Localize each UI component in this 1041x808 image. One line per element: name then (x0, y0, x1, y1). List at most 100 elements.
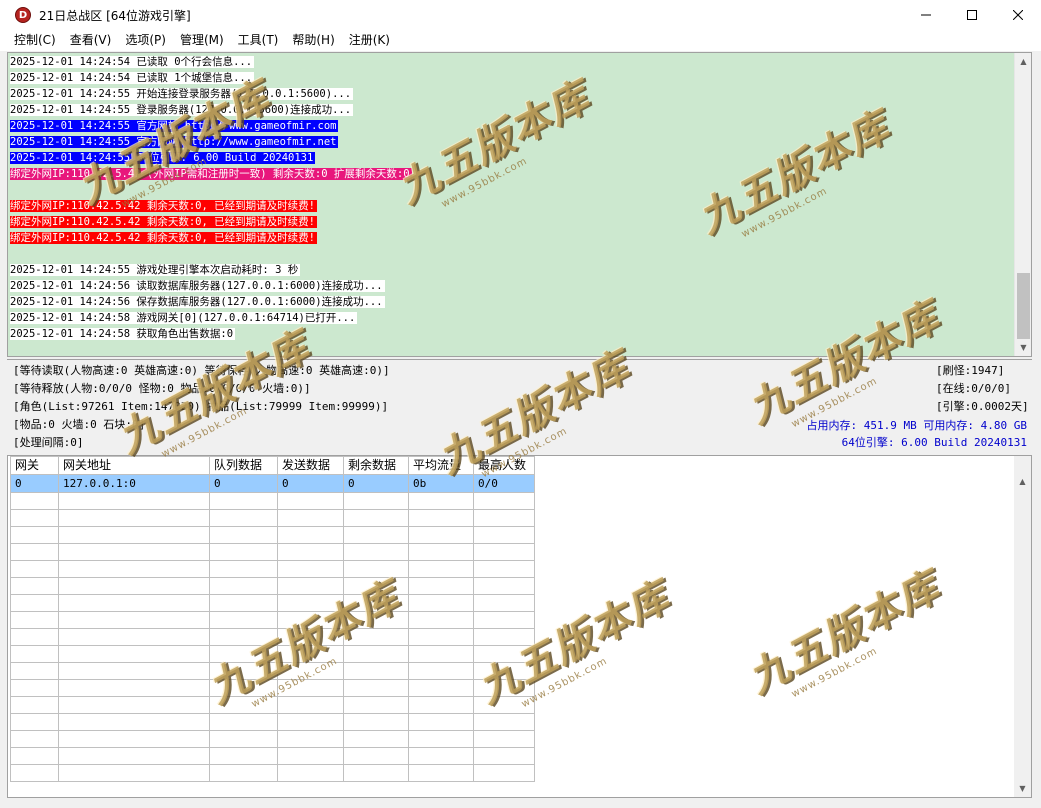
empty-row (10, 611, 535, 629)
empty-cell (473, 509, 535, 527)
log-line-text: 绑定外网IP:110.42.5.42 剩余天数:0, 已经到期请及时续费! (10, 200, 317, 212)
empty-row (10, 543, 535, 561)
col-send-data[interactable]: 发送数据 (277, 456, 344, 475)
empty-cell (343, 577, 409, 595)
col-remaining-data[interactable]: 剩余数据 (343, 456, 409, 475)
log-line-text: 绑定外网IP:110.42.5.42 (外网IP需和注册时一致) 剩余天数:0 … (10, 168, 412, 180)
empty-row (10, 696, 535, 714)
empty-cell (277, 611, 344, 629)
status-wait-read: [等待读取(人物高速:0 英雄高速:0) 等待保存(人物高速:0 英雄高速:0)… (13, 364, 390, 377)
empty-row (10, 594, 535, 612)
empty-cell (58, 696, 210, 714)
empty-cell (209, 645, 278, 663)
empty-cell (10, 594, 59, 612)
empty-cell (10, 611, 59, 629)
empty-row (10, 526, 535, 544)
empty-cell (473, 645, 535, 663)
empty-row (10, 509, 535, 527)
empty-cell (343, 713, 409, 731)
empty-cell (58, 645, 210, 663)
empty-cell (58, 560, 210, 578)
log-scrollbar[interactable]: ▲ ▼ (1014, 53, 1031, 356)
empty-cell (58, 764, 210, 782)
empty-cell (408, 560, 474, 578)
empty-cell (209, 543, 278, 561)
log-line: 绑定外网IP:110.42.5.42 剩余天数:0, 已经到期请及时续费! (10, 230, 1010, 246)
table-cell: 0 (10, 474, 59, 493)
col-queue-data[interactable]: 队列数据 (209, 456, 278, 475)
scroll-up-icon[interactable]: ▲ (1015, 53, 1031, 70)
empty-cell (473, 526, 535, 544)
log-panel[interactable]: 2025-12-01 14:24:54 已读取 0个行会信息... 2025-12… (7, 52, 1032, 357)
empty-cell (343, 560, 409, 578)
log-line-text: 2025-12-01 14:24:54 已读取 1个城堡信息... (10, 72, 255, 84)
gateway-table: 网关 网关地址 队列数据 发送数据 剩余数据 平均流量 最高人数 0 127.0.… (10, 456, 535, 782)
log-line-text: 2025-12-01 14:24:55 登录服务器(127.0.0.1:5600… (10, 104, 354, 116)
empty-cell (209, 611, 278, 629)
empty-cell (343, 764, 409, 782)
maximize-icon (967, 10, 977, 20)
menu-tools[interactable]: 工具(T) (231, 30, 286, 51)
log-line (10, 246, 1010, 262)
menu-register[interactable]: 注册(K) (342, 30, 397, 51)
empty-cell (277, 509, 344, 527)
empty-cell (10, 679, 59, 697)
empty-cell (408, 543, 474, 561)
gateway-grid[interactable]: 网关 网关地址 队列数据 发送数据 剩余数据 平均流量 最高人数 0 127.0.… (7, 455, 1032, 798)
empty-cell (408, 645, 474, 663)
col-max-users[interactable]: 最高人数 (473, 456, 535, 475)
empty-cell (209, 492, 278, 510)
table-header-row: 网关 网关地址 队列数据 发送数据 剩余数据 平均流量 最高人数 (10, 456, 535, 475)
scroll-thumb[interactable] (1017, 273, 1030, 339)
status-monsters: [刷怪:1947] (936, 364, 1005, 377)
menu-options[interactable]: 选项(P) (118, 30, 173, 51)
status-interval: [处理间隔:0] (13, 436, 84, 449)
empty-cell (10, 560, 59, 578)
scroll-down-icon[interactable]: ▼ (1015, 339, 1031, 356)
menu-control[interactable]: 控制(C) (7, 30, 63, 51)
empty-cell (343, 747, 409, 765)
grid-scrollbar[interactable]: ▲ ▼ (1014, 456, 1031, 797)
empty-cell (58, 526, 210, 544)
grid-scroll-down-icon[interactable]: ▼ (1014, 780, 1031, 797)
empty-row (10, 560, 535, 578)
minimize-icon (921, 14, 931, 16)
app-icon[interactable]: D (15, 7, 31, 23)
empty-cell (58, 543, 210, 561)
empty-cell (473, 730, 535, 748)
empty-cell (277, 628, 344, 646)
empty-cell (209, 679, 278, 697)
log-line-text: 2025-12-01 14:24:55 官方网站 http://www.game… (10, 136, 339, 148)
log-line: 2025-12-01 14:24:54 已读取 1个城堡信息... (10, 70, 1010, 86)
empty-cell (209, 628, 278, 646)
col-gateway-address[interactable]: 网关地址 (58, 456, 210, 475)
empty-cell (10, 628, 59, 646)
grid-scroll-up-icon[interactable]: ▲ (1014, 473, 1031, 490)
empty-cell (408, 662, 474, 680)
table-cell: 0/0 (473, 474, 535, 493)
empty-cell (408, 594, 474, 612)
empty-cell (209, 594, 278, 612)
empty-cell (10, 713, 59, 731)
empty-row (10, 764, 535, 782)
close-button[interactable] (995, 0, 1041, 30)
col-gateway[interactable]: 网关 (10, 456, 59, 475)
log-line: 绑定外网IP:110.42.5.42 剩余天数:0, 已经到期请及时续费! (10, 214, 1010, 230)
log-line: 2025-12-01 14:24:56 读取数据库服务器(127.0.0.1:6… (10, 278, 1010, 294)
empty-cell (10, 526, 59, 544)
table-row[interactable]: 0 127.0.0.1:0 0 0 0 0b 0/0 (10, 474, 535, 493)
status-roles: [角色(List:97261 Item:147020) 物品(List:7999… (13, 400, 389, 413)
log-line: 绑定外网IP:110.42.5.42 剩余天数:0, 已经到期请及时续费! (10, 198, 1010, 214)
menu-help[interactable]: 帮助(H) (285, 30, 341, 51)
empty-cell (408, 713, 474, 731)
empty-cell (343, 543, 409, 561)
minimize-button[interactable] (903, 0, 949, 30)
menu-manage[interactable]: 管理(M) (173, 30, 231, 51)
empty-cell (58, 611, 210, 629)
menu-view[interactable]: 查看(V) (63, 30, 119, 51)
maximize-button[interactable] (949, 0, 995, 30)
status-engine-time: [引擎:0.0002天] (936, 400, 1029, 413)
col-avg-traffic[interactable]: 平均流量 (408, 456, 474, 475)
empty-cell (277, 730, 344, 748)
empty-cell (473, 543, 535, 561)
